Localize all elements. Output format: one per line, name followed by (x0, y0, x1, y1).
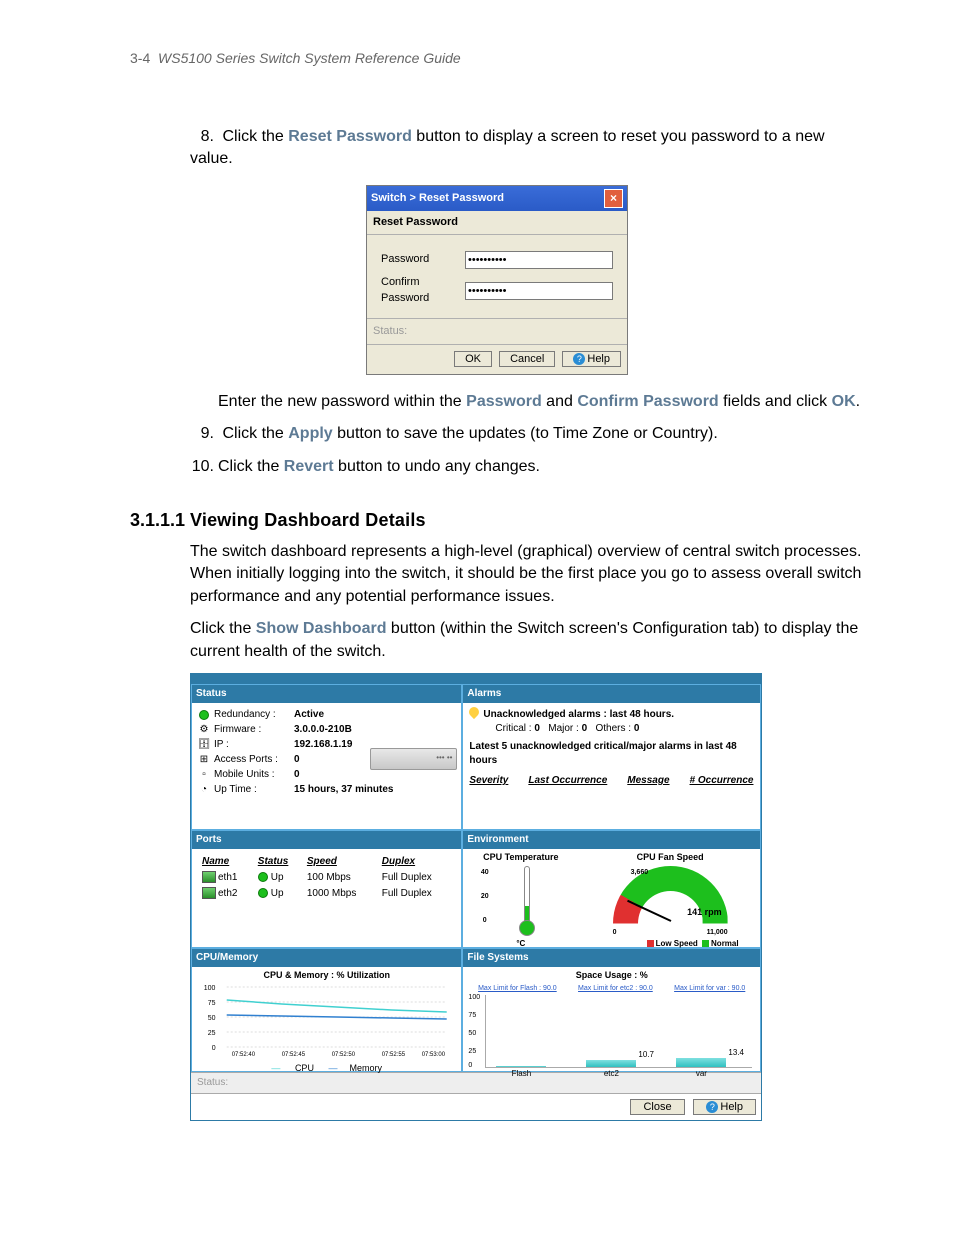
svg-text:25: 25 (208, 1030, 216, 1037)
cancel-button[interactable]: Cancel (499, 351, 555, 367)
file-systems-panel: File Systems Space Usage : % Max Limit f… (462, 948, 761, 1072)
section-title: Viewing Dashboard Details (190, 508, 426, 533)
port-row: eth2Up1000 MbpsFull Duplex (200, 887, 453, 901)
svg-text:07:52:40: 07:52:40 (232, 1052, 256, 1057)
status-row: ▫Mobile Units :0 (198, 768, 455, 782)
status-icon (198, 709, 210, 721)
after-dialog-para: Enter the new password within the Passwo… (218, 391, 864, 413)
dialog-status: Status: (367, 318, 627, 345)
fan-speed-gauge: 141 rpm 0 11,000 3,660 (613, 866, 728, 936)
dialog-subtitle: Reset Password (367, 211, 627, 235)
help-icon: ? (573, 353, 585, 365)
svg-text:07:53:00: 07:53:00 (422, 1052, 446, 1057)
fs-bar (586, 1060, 636, 1068)
dashboard-help-button[interactable]: ?Help (693, 1099, 756, 1115)
help-button[interactable]: ?Help (562, 351, 621, 367)
status-icon: 🗄 (198, 739, 210, 751)
file-systems-chart: 100 75 50 25 0 Flashetc210.7var13.4 (485, 995, 752, 1068)
reset-password-bold: Reset Password (288, 128, 412, 145)
dialog-title: Switch > Reset Password (371, 191, 504, 206)
step-8: 8. Click the Reset Password button to di… (190, 126, 864, 171)
status-row: Redundancy :Active (198, 708, 455, 722)
alarms-panel: Alarms Unacknowledged alarms : last 48 h… (462, 684, 761, 830)
page-number: 3-4 (130, 50, 150, 66)
status-icon: ⊞ (198, 754, 210, 766)
cpu-memory-chart: 100 75 50 25 0 07:52:40 07:52:45 07:52:5… (196, 982, 457, 1057)
ok-button[interactable]: OK (454, 351, 492, 367)
status-panel: Status Redundancy :Active⚙Firmware :3.0.… (191, 684, 462, 830)
password-input[interactable] (465, 251, 613, 269)
svg-text:50: 50 (208, 1015, 216, 1022)
help-icon: ? (706, 1101, 718, 1113)
svg-text:07:52:45: 07:52:45 (282, 1052, 306, 1057)
fs-bar (496, 1066, 546, 1067)
status-row: ◔Up Time :15 hours, 37 minutes (198, 783, 455, 797)
para-1: The switch dashboard represents a high-l… (190, 541, 864, 608)
dialog-titlebar: Switch > Reset Password × (367, 186, 627, 211)
reset-password-dialog: Switch > Reset Password × Reset Password… (366, 185, 628, 375)
status-row: ⚙Firmware :3.0.0.0-210B (198, 723, 455, 737)
svg-text:100: 100 (204, 985, 216, 992)
fs-bar (676, 1058, 726, 1068)
apply-bold: Apply (288, 425, 332, 442)
cpu-memory-panel: CPU/Memory CPU & Memory : % Utilization … (191, 948, 462, 1072)
dashboard-screenshot: Status Redundancy :Active⚙Firmware :3.0.… (190, 673, 762, 1121)
show-dashboard-bold: Show Dashboard (256, 620, 387, 637)
svg-text:07:52:50: 07:52:50 (332, 1052, 356, 1057)
status-icon: ▫ (198, 769, 210, 781)
port-icon (202, 887, 216, 899)
section-number: 3.1.1.1 (130, 508, 190, 533)
status-icon: ◔ (198, 784, 210, 796)
bulb-icon (467, 705, 481, 719)
svg-text:0: 0 (212, 1045, 216, 1052)
confirm-password-label: Confirm Password (381, 275, 465, 306)
password-label: Password (381, 252, 465, 267)
step-9: 9. Click the Apply button to save the up… (190, 423, 864, 445)
revert-bold: Revert (284, 458, 334, 475)
ports-panel: Ports Name Status Speed Duplex eth1Up100… (191, 830, 462, 948)
port-row: eth1Up100 MbpsFull Duplex (200, 871, 453, 885)
thermometer-gauge (517, 866, 535, 936)
status-icon: ⚙ (198, 724, 210, 736)
step-10: 10.Click the Revert button to undo any c… (190, 456, 864, 478)
port-icon (202, 871, 216, 883)
confirm-password-input[interactable] (465, 282, 613, 300)
dashboard-close-button[interactable]: Close (630, 1099, 684, 1115)
doc-title: WS5100 Series Switch System Reference Gu… (158, 50, 461, 66)
para-2: Click the Show Dashboard button (within … (190, 618, 864, 663)
device-image (370, 748, 457, 770)
environment-panel: Environment CPU Temperature 40 20 0 (462, 830, 761, 948)
svg-text:75: 75 (208, 1000, 216, 1007)
close-icon[interactable]: × (604, 189, 623, 208)
page-header: 3-4 WS5100 Series Switch System Referenc… (130, 50, 864, 66)
svg-text:07:52:55: 07:52:55 (382, 1052, 406, 1057)
